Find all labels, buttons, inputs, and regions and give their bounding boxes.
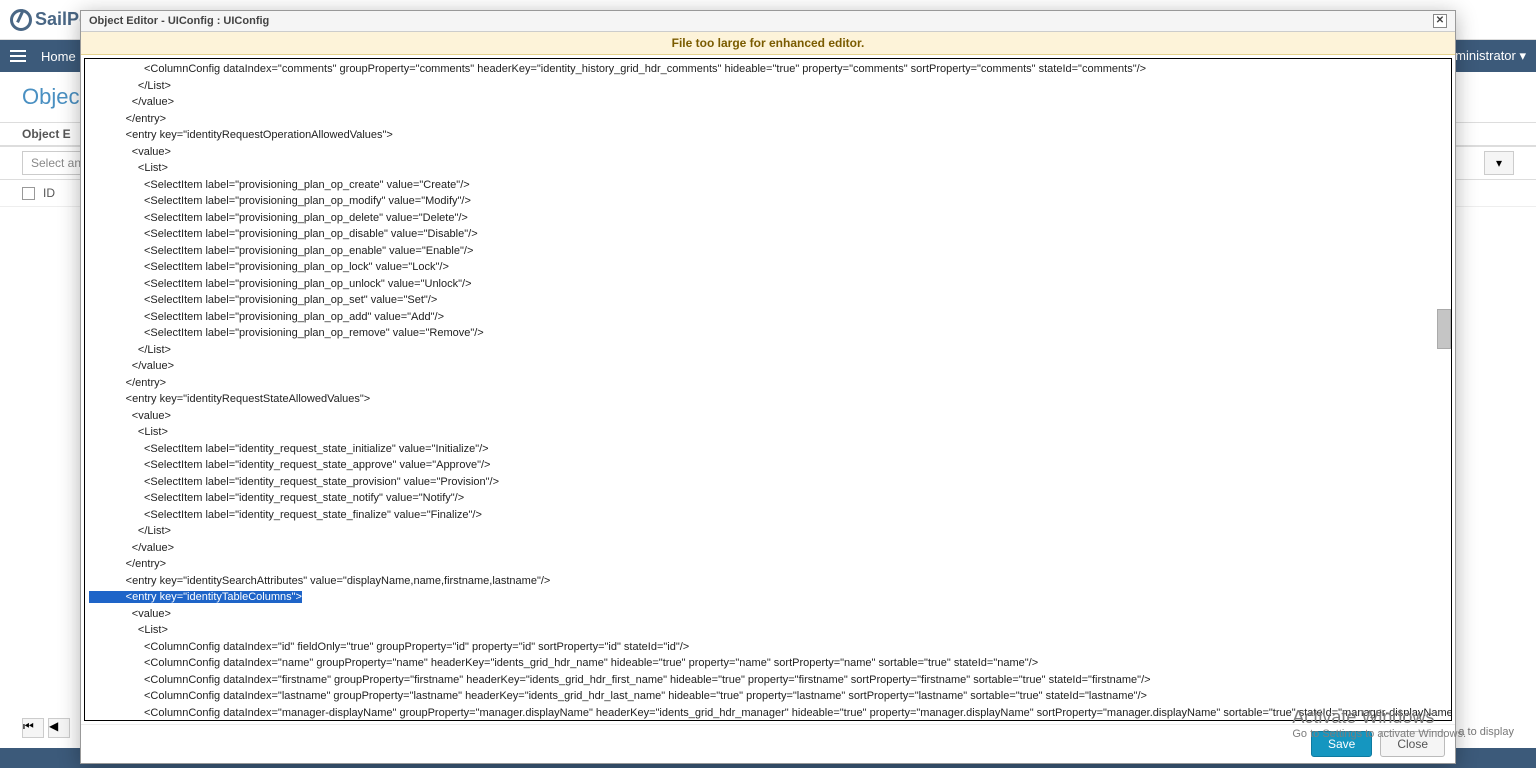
close-icon[interactable]: ✕ xyxy=(1433,14,1447,28)
warning-banner: File too large for enhanced editor. xyxy=(81,32,1455,55)
pager-first-button[interactable]: ⏮ xyxy=(22,718,44,738)
modal-footer: Save Close xyxy=(81,724,1455,763)
pager-prev-button[interactable]: ◀ xyxy=(48,718,70,738)
modal-title: Object Editor - UIConfig : UIConfig xyxy=(89,15,269,27)
id-column-header[interactable]: ID xyxy=(43,186,55,200)
logo-icon xyxy=(10,9,32,31)
select-all-checkbox[interactable] xyxy=(22,187,35,200)
no-data-label: a to display xyxy=(1458,726,1514,738)
hamburger-icon[interactable] xyxy=(10,50,26,62)
xml-editor[interactable]: <ColumnConfig dataIndex="comments" group… xyxy=(84,58,1452,721)
modal-header[interactable]: Object Editor - UIConfig : UIConfig ✕ xyxy=(81,11,1455,32)
object-editor-modal: Object Editor - UIConfig : UIConfig ✕ Fi… xyxy=(80,10,1456,764)
scrollbar-thumb[interactable] xyxy=(1437,309,1451,349)
save-button[interactable]: Save xyxy=(1311,731,1372,757)
nav-home[interactable]: Home xyxy=(41,49,76,64)
expand-button[interactable]: ▾ xyxy=(1484,151,1514,175)
close-button[interactable]: Close xyxy=(1380,731,1445,757)
pager: ⏮ ◀ xyxy=(22,718,70,738)
object-e-label: Object E xyxy=(22,127,71,141)
